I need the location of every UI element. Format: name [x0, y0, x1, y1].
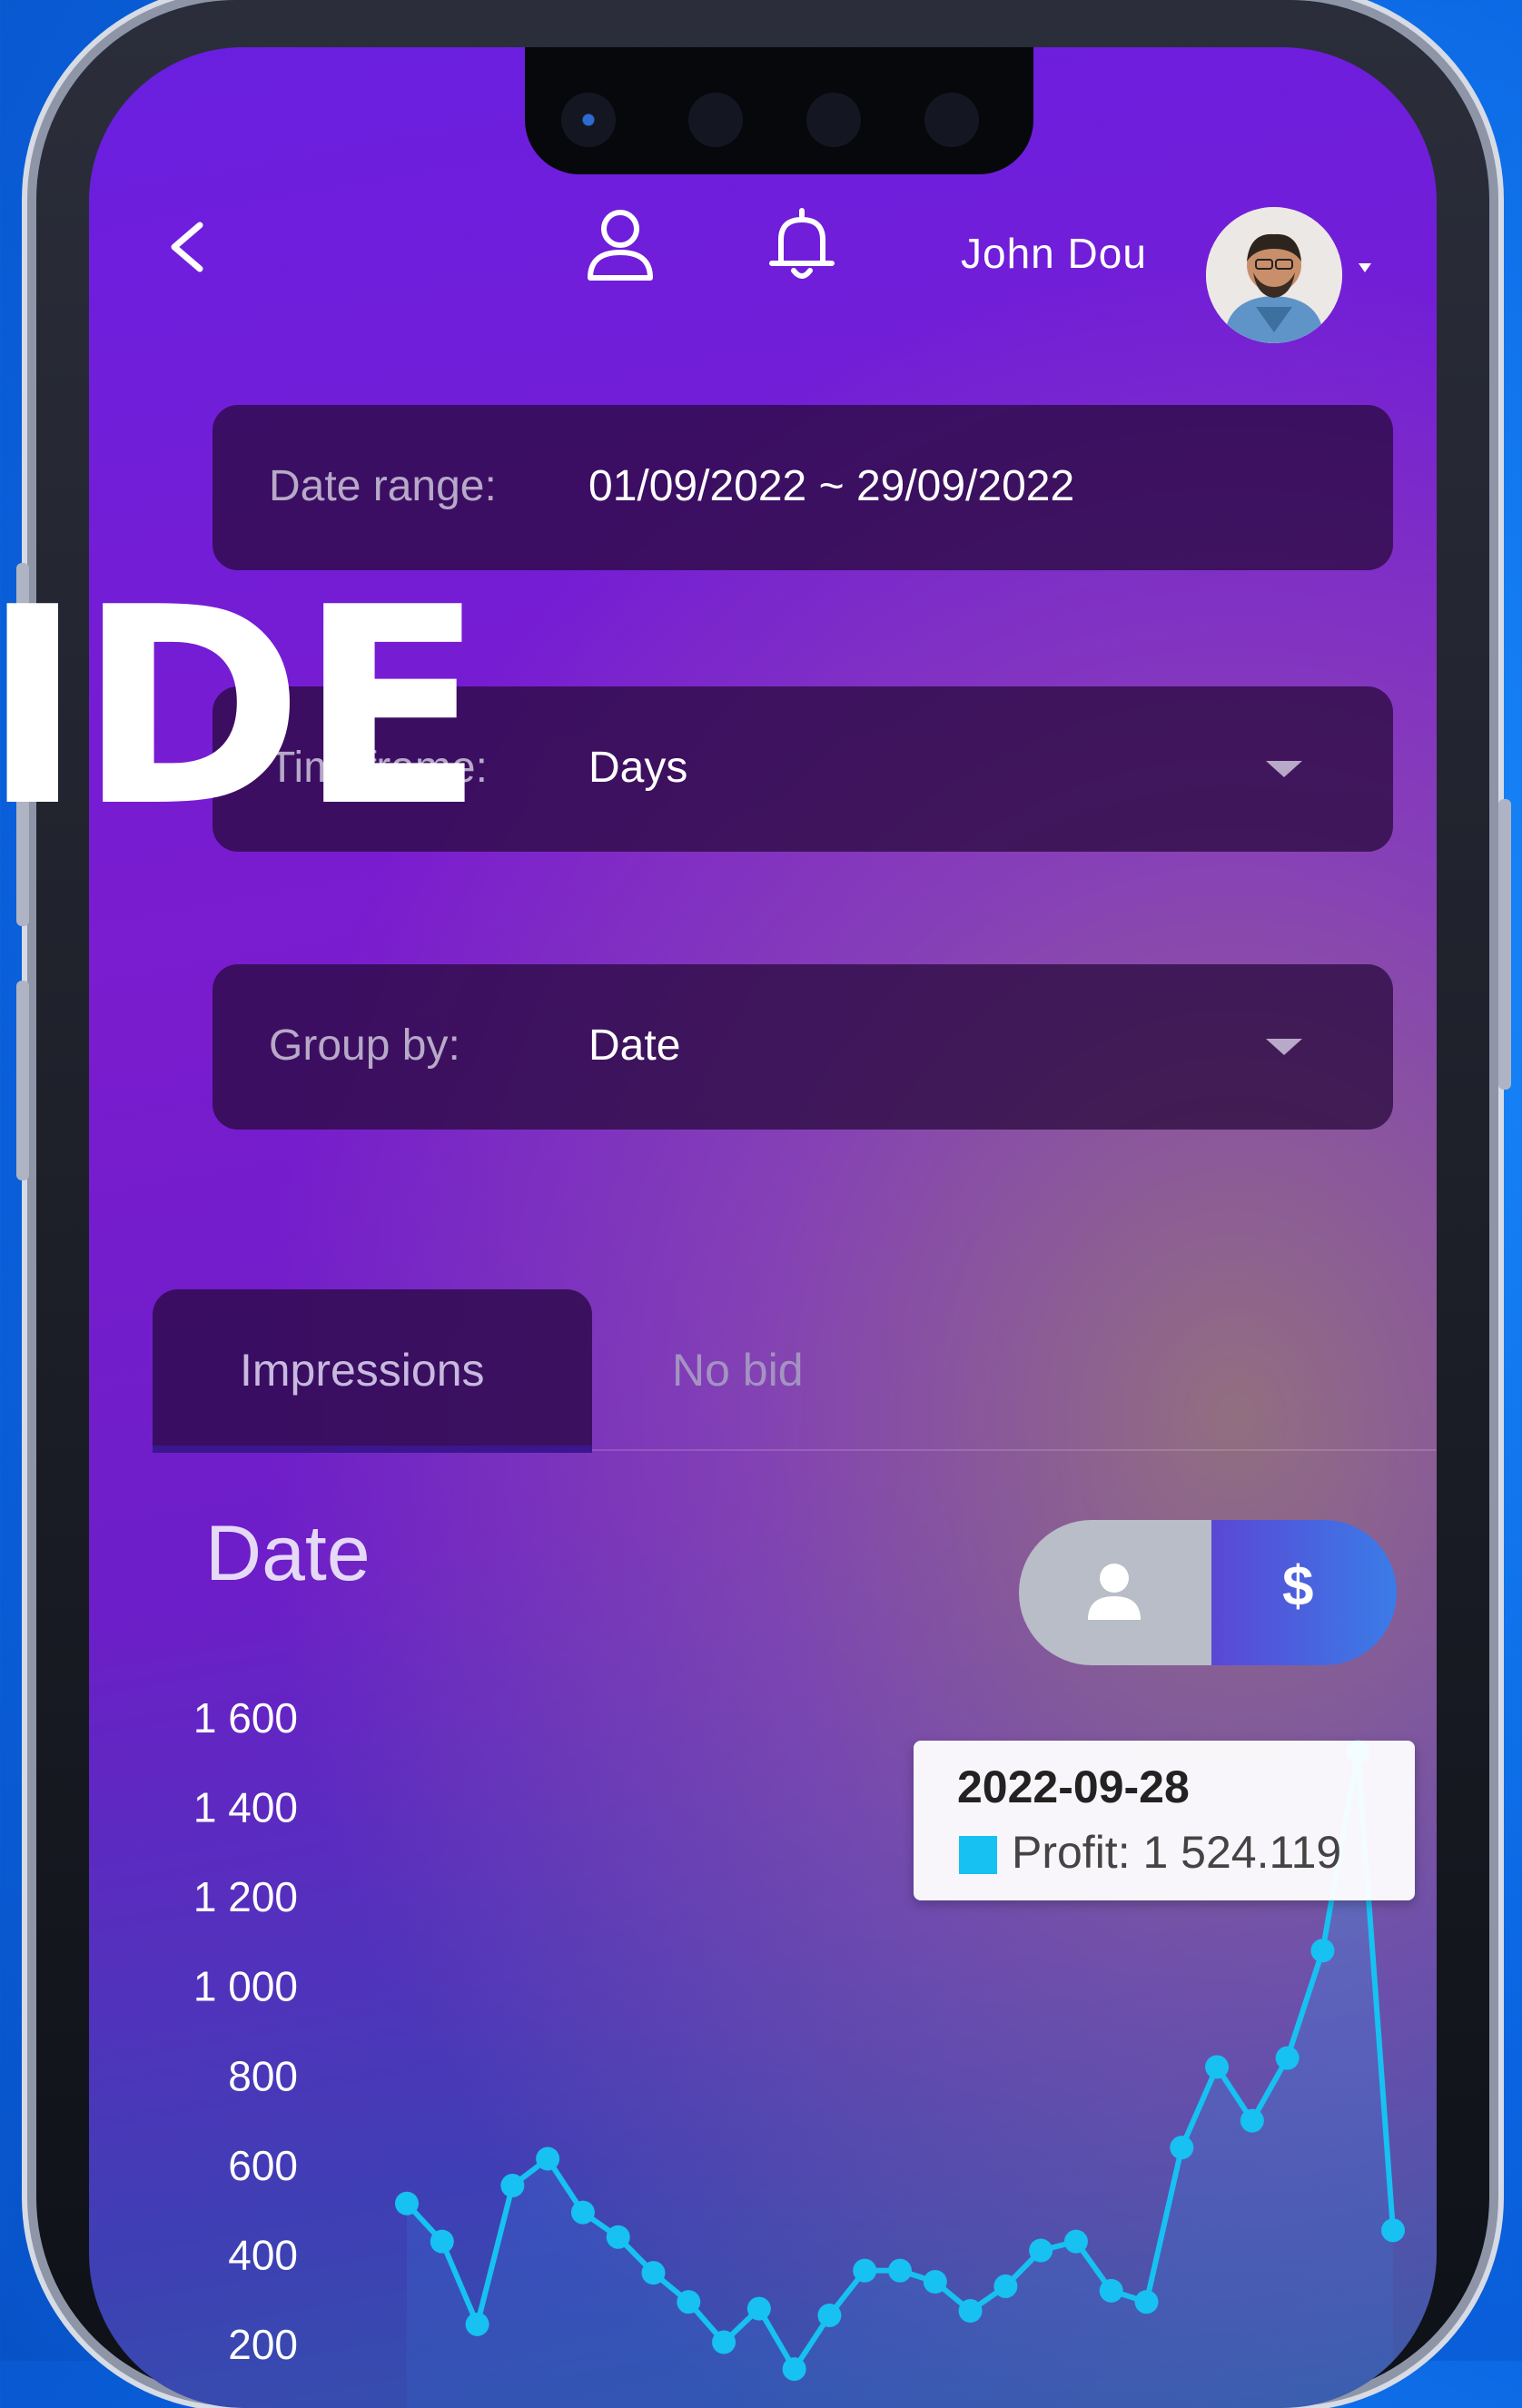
data-point[interactable]	[395, 2191, 419, 2216]
user-icon	[1088, 1564, 1141, 1620]
y-tick-label: 1 400	[193, 1784, 298, 1831]
sensor-icon	[924, 93, 979, 147]
phone-frame: John Dou Date range: 01/09/2022 ~ 29/09/…	[16, 0, 1511, 2408]
active-tab-indicator	[153, 1446, 592, 1453]
data-point[interactable]	[853, 2258, 877, 2283]
date-range-label: Date range:	[269, 462, 497, 510]
group-by-label: Group by:	[269, 1021, 460, 1070]
group-by-value[interactable]: Date	[588, 1021, 680, 1071]
data-point[interactable]	[1275, 2046, 1300, 2070]
data-point[interactable]	[500, 2174, 525, 2198]
data-point[interactable]	[677, 2290, 701, 2314]
back-arrow-icon[interactable]	[162, 220, 216, 274]
data-point[interactable]	[923, 2270, 947, 2294]
data-point[interactable]	[746, 2296, 771, 2321]
overlay-heading: IDE	[0, 549, 485, 866]
tooltip-value: Profit: 1 524.119	[1012, 1827, 1342, 1878]
data-point[interactable]	[993, 2274, 1018, 2298]
tab-no-bid[interactable]: No bid	[672, 1344, 804, 1396]
chart-tooltip: 2022-09-28 Profit: 1 524.119	[914, 1741, 1415, 1900]
avatar-photo	[1206, 207, 1342, 343]
data-point[interactable]	[641, 2261, 666, 2285]
data-point[interactable]	[1099, 2278, 1123, 2303]
data-point[interactable]	[1170, 2136, 1194, 2160]
series-swatch	[959, 1836, 997, 1874]
data-point[interactable]	[606, 2225, 630, 2249]
avatar[interactable]	[1206, 207, 1342, 343]
chart-title: Date	[205, 1510, 371, 1597]
date-range-field[interactable]: Date range: 01/09/2022 ~ 29/09/2022	[212, 405, 1393, 570]
data-point[interactable]	[958, 2299, 983, 2324]
data-point[interactable]	[1063, 2229, 1088, 2254]
timeframe-value[interactable]: Days	[588, 743, 687, 793]
data-point[interactable]	[782, 2357, 806, 2382]
chevron-down-icon[interactable]	[1266, 1039, 1302, 1055]
y-tick-label: 200	[228, 2321, 298, 2368]
data-point[interactable]	[430, 2229, 454, 2254]
data-point[interactable]	[712, 2330, 736, 2354]
top-bar: John Dou	[89, 183, 1437, 343]
camera-notch	[525, 47, 1033, 174]
data-point[interactable]	[570, 2200, 595, 2225]
tab-divider	[592, 1449, 1437, 1451]
chart-tabs: Impressions No bid	[153, 1289, 1437, 1507]
tooltip-date: 2022-09-28	[957, 1762, 1190, 1812]
tab-impressions-label: Impressions	[240, 1345, 485, 1396]
data-point[interactable]	[1310, 1939, 1335, 1963]
sensor-icon	[688, 93, 743, 147]
dollar-icon: $	[1282, 1555, 1314, 1618]
sensor-icon	[806, 93, 861, 147]
y-tick-label: 400	[228, 2231, 298, 2278]
data-point[interactable]	[1381, 2218, 1405, 2243]
y-tick-label: 1 600	[193, 1694, 298, 1742]
data-point[interactable]	[1134, 2290, 1159, 2314]
camera-lens-icon	[561, 93, 616, 147]
data-point[interactable]	[465, 2312, 489, 2336]
group-by-select[interactable]: Group by: Date	[212, 964, 1393, 1130]
data-point[interactable]	[817, 2303, 842, 2327]
phone-volume-down	[16, 981, 29, 1180]
date-range-value[interactable]: 01/09/2022 ~ 29/09/2022	[588, 461, 1074, 511]
app-screen: John Dou Date range: 01/09/2022 ~ 29/09/…	[89, 47, 1437, 2408]
y-tick-label: 1 000	[193, 1963, 298, 2010]
data-point[interactable]	[888, 2258, 912, 2283]
user-name[interactable]: John Dou	[961, 229, 1147, 278]
data-point[interactable]	[1240, 2108, 1264, 2133]
tab-impressions[interactable]: Impressions	[153, 1289, 592, 1451]
data-point[interactable]	[536, 2146, 560, 2171]
y-tick-label: 600	[228, 2142, 298, 2189]
data-point[interactable]	[1029, 2238, 1053, 2263]
user-menu-caret-icon[interactable]	[1359, 263, 1371, 272]
data-point[interactable]	[1205, 2055, 1230, 2079]
y-tick-label: 800	[228, 2052, 298, 2099]
phone-power-button	[1498, 799, 1511, 1090]
profile-icon[interactable]	[579, 203, 661, 285]
y-tick-label: 1 200	[193, 1873, 298, 1920]
chevron-down-icon[interactable]	[1266, 761, 1302, 777]
bell-icon[interactable]	[761, 203, 843, 285]
